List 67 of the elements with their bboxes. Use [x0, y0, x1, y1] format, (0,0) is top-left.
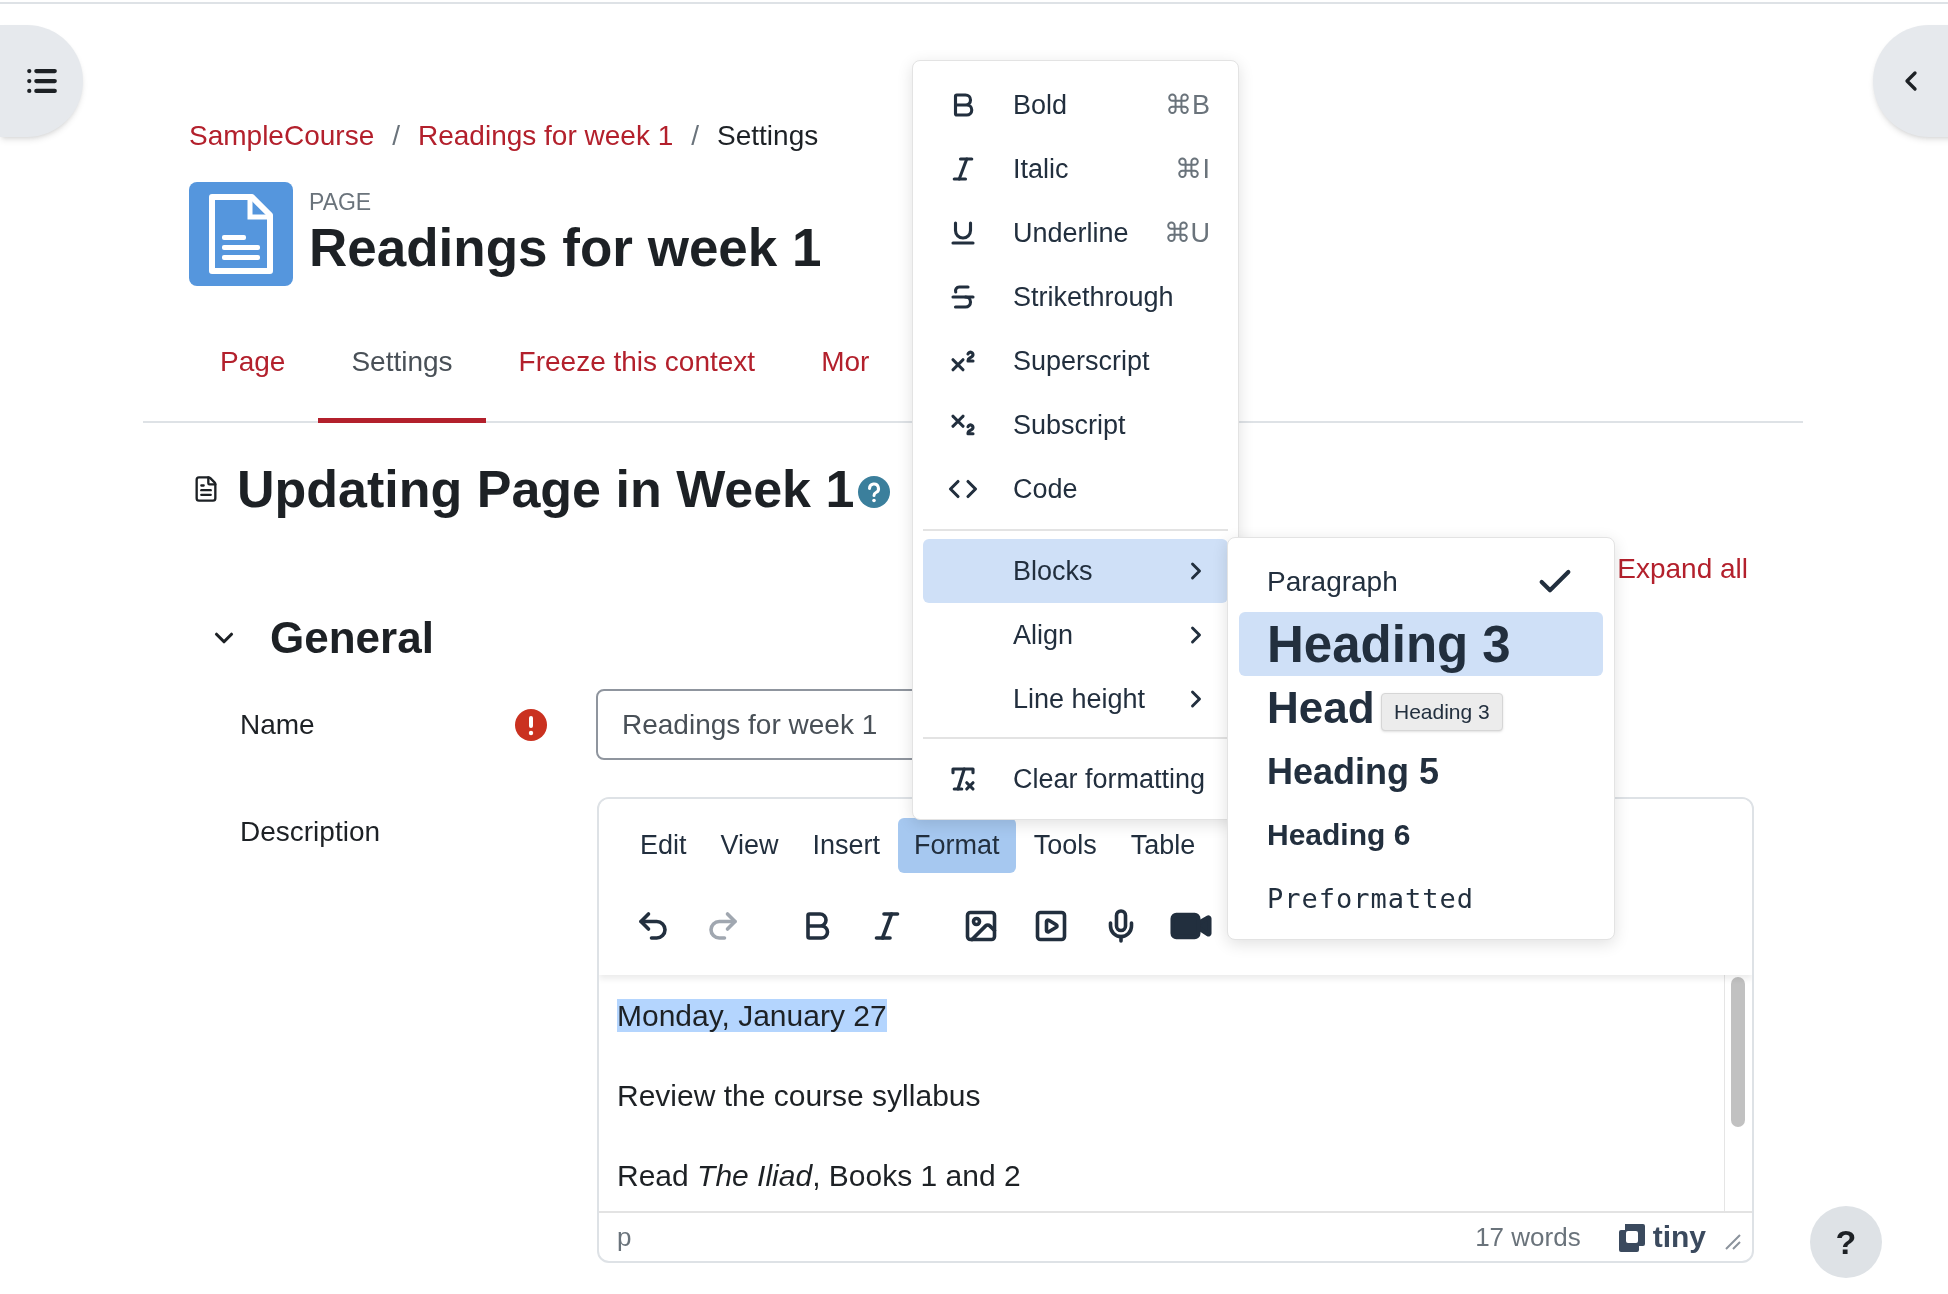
clear-icon — [948, 764, 978, 794]
menu-item-label: Code — [1013, 472, 1078, 506]
editor-menu-item[interactable]: Edit — [624, 818, 703, 873]
tab[interactable]: Settings — [318, 326, 486, 423]
paragraph-text: Read The Iliad, Books 1 and 2 — [617, 1159, 1021, 1192]
menu-item-label: Align — [1013, 618, 1074, 652]
block-format-item[interactable]: Head — [1239, 676, 1375, 740]
menu-item[interactable]: Bold ⌘B — [923, 73, 1228, 137]
menu-item[interactable]: Subscript — [923, 393, 1228, 457]
element-path[interactable]: p — [617, 1217, 632, 1257]
help-button[interactable]: ? — [1810, 1206, 1882, 1278]
expand-all-link[interactable]: Expand all — [1617, 548, 1748, 590]
image-icon — [963, 908, 999, 944]
breadcrumb-link[interactable]: SampleCourse — [189, 115, 375, 157]
menu-item[interactable]: Strikethrough — [923, 265, 1228, 329]
menu-item-label: Strikethrough — [1013, 280, 1174, 314]
block-format-item[interactable]: Preformatted — [1239, 866, 1475, 930]
breadcrumb-current: Settings — [717, 119, 819, 153]
menu-item-label: Clear formatting — [1013, 762, 1206, 796]
tab[interactable]: Page — [187, 326, 319, 423]
menu-item[interactable]: Superscript — [923, 329, 1228, 393]
paragraph-text: Monday, January 27 — [617, 999, 887, 1032]
field-label: Name — [240, 707, 316, 742]
media-icon — [1033, 908, 1069, 944]
block-format-item[interactable]: Heading 3 — [1239, 612, 1603, 676]
menu-item-label: Underline — [1013, 216, 1129, 250]
tab[interactable]: Freeze this context — [485, 326, 789, 423]
brand-name[interactable]: tiny — [1652, 1222, 1706, 1252]
field-label: Description — [240, 815, 382, 849]
menu-item-label: Blocks — [1013, 554, 1093, 588]
breadcrumb-separator: / — [691, 119, 700, 153]
block-format-item[interactable]: Heading 6 — [1239, 804, 1411, 866]
editor-menu-item[interactable]: View — [704, 818, 795, 873]
page-title: Readings for week 1 — [309, 217, 822, 279]
form-heading: Updating Page in Week 1 — [237, 459, 855, 520]
shortcut-label: ⌘B — [1165, 88, 1210, 122]
menu-item[interactable]: Align — [923, 603, 1228, 667]
menu-item-label: Superscript — [1013, 344, 1150, 378]
resize-handle-icon[interactable] — [1724, 1233, 1742, 1251]
menu-item-label: Italic — [1013, 152, 1069, 186]
page-icon — [189, 182, 293, 286]
editor-menu-item[interactable]: Format — [898, 818, 1016, 873]
tab[interactable]: Mor — [788, 326, 903, 423]
editor-menu-item[interactable]: Table — [1114, 818, 1212, 873]
block-format-item[interactable]: Paragraph — [1239, 551, 1603, 612]
menu-item[interactable]: Code — [923, 457, 1228, 521]
menu-item-label: Line height — [1013, 682, 1146, 716]
menu-item[interactable]: Underline ⌘U — [923, 201, 1228, 265]
course-index-button[interactable] — [0, 25, 83, 137]
section-title: General — [270, 612, 434, 664]
drawer-toggle-button[interactable] — [1873, 25, 1948, 137]
menu-item[interactable]: Blocks — [923, 539, 1228, 603]
heading-tooltip: Heading 3 — [1381, 693, 1503, 731]
shortcut-label: ⌘U — [1163, 216, 1210, 250]
menu-item-label: Bold — [1013, 88, 1068, 122]
block-format-item[interactable]: Heading 5 — [1239, 740, 1440, 804]
paragraph-text: Review the course syllabus — [617, 1079, 981, 1112]
shortcut-label: ⌘I — [1175, 152, 1210, 186]
editor-menu-item[interactable]: Tools — [1017, 818, 1113, 873]
help-icon[interactable] — [858, 476, 891, 508]
activity-type: PAGE — [309, 188, 373, 216]
menu-item-label: Subscript — [1013, 408, 1126, 442]
editor-menu-item[interactable]: Insert — [796, 818, 897, 873]
word-count: 17 words — [1475, 1220, 1581, 1254]
breadcrumb-link[interactable]: Readings for week 1 — [418, 115, 674, 157]
breadcrumb-separator: / — [392, 119, 400, 153]
menu-item[interactable]: Italic ⌘I — [923, 137, 1228, 201]
